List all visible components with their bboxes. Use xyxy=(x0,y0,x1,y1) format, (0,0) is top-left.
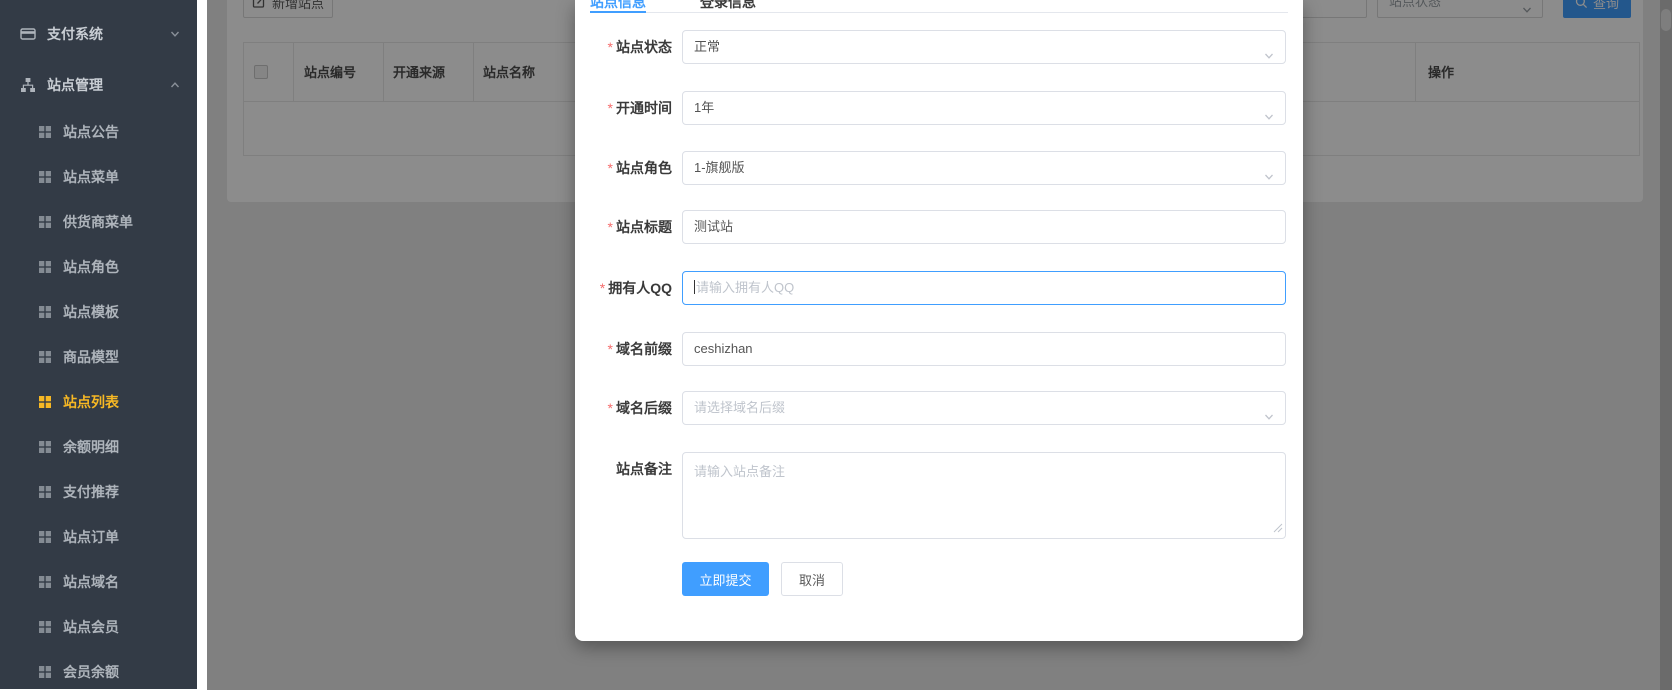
chevron-down-icon xyxy=(1263,163,1275,195)
sidebar-item-label: 站点会员 xyxy=(63,619,119,635)
field-value: 测试站 xyxy=(694,219,734,234)
field-value: 正常 xyxy=(694,39,721,54)
sidebar-item-4[interactable]: 站点模板 xyxy=(0,290,197,334)
required-asterisk: * xyxy=(607,219,613,235)
sidebar-item-label: 站点角色 xyxy=(63,259,119,275)
grid-icon xyxy=(38,440,52,454)
sidebar-item-9[interactable]: 站点订单 xyxy=(0,515,197,559)
field-value: ceshizhan xyxy=(694,341,753,356)
sitemap-icon xyxy=(20,77,36,93)
sidebar-item-2[interactable]: 供货商菜单 xyxy=(0,200,197,244)
field-label: * 站点标题 xyxy=(607,219,672,235)
field-placeholder: 请选择域名后缀 xyxy=(694,400,786,415)
submit-button[interactable]: 立即提交 xyxy=(682,562,769,596)
field-label: * 开通时间 xyxy=(607,100,672,116)
sidebar-item-6[interactable]: 站点列表 xyxy=(0,380,197,424)
required-asterisk: * xyxy=(599,280,606,296)
grid-icon xyxy=(38,170,52,184)
sidebar-item-label: 站点菜单 xyxy=(63,169,119,185)
field-text-4[interactable]: 请输入拥有人QQ xyxy=(682,271,1286,305)
chevron-up-icon xyxy=(169,79,181,91)
grid-icon xyxy=(38,395,52,409)
sidebar-item-label: 站点模板 xyxy=(63,304,119,320)
chevron-down-icon xyxy=(1263,42,1275,74)
field-label: 站点备注 xyxy=(616,461,672,477)
field-label: * 拥有人QQ xyxy=(599,280,672,296)
site-form-modal: 站点信息 登录信息 * 站点状态 正常 * 开通时间 1年 * 站点角色 1-旗舰版 * 站点标题 测… xyxy=(575,0,1303,641)
sidebar-item-12[interactable]: 会员余额 xyxy=(0,650,197,693)
grid-icon xyxy=(38,350,52,364)
required-asterisk: * xyxy=(607,341,613,357)
sidebar-item-8[interactable]: 支付推荐 xyxy=(0,470,197,514)
sidebar-item-5[interactable]: 商品模型 xyxy=(0,335,197,379)
required-asterisk: * xyxy=(607,39,613,55)
sidebar-group-payment-system[interactable]: 支付系统 xyxy=(0,12,197,56)
sidebar-item-1[interactable]: 站点菜单 xyxy=(0,155,197,199)
sidebar-item-7[interactable]: 余额明细 xyxy=(0,425,197,469)
field-value: 1-旗舰版 xyxy=(694,160,745,175)
chevron-down-icon xyxy=(1263,403,1275,435)
tab-login-info[interactable]: 登录信息 xyxy=(700,0,756,12)
cancel-button[interactable]: 取消 xyxy=(781,562,843,596)
field-select-0[interactable]: 正常 xyxy=(682,30,1286,64)
grid-icon xyxy=(38,530,52,544)
field-textarea-7[interactable]: 请输入站点备注 xyxy=(682,452,1286,539)
grid-icon xyxy=(38,305,52,319)
sidebar-item-label: 站点订单 xyxy=(63,529,119,545)
text-caret xyxy=(694,280,695,294)
sidebar-item-label: 站点列表 xyxy=(63,394,119,410)
app-window: 支付系统 站点管理 站点公告站点菜单供货商菜单站点角色站点模板商品模型站点列表余… xyxy=(0,0,1672,693)
field-label: * 站点角色 xyxy=(607,160,672,176)
sidebar-item-label: 站点域名 xyxy=(63,574,119,590)
sidebar-item-11[interactable]: 站点会员 xyxy=(0,605,197,649)
field-text-3[interactable]: 测试站 xyxy=(682,210,1286,244)
sidebar-item-0[interactable]: 站点公告 xyxy=(0,110,197,154)
chevron-down-icon xyxy=(169,28,181,40)
sidebar-group-label: 支付系统 xyxy=(47,26,103,42)
grid-icon xyxy=(38,125,52,139)
field-value: 1年 xyxy=(694,100,715,115)
field-select-6[interactable]: 请选择域名后缀 xyxy=(682,391,1286,425)
field-label: * 域名后缀 xyxy=(607,400,672,416)
field-select-2[interactable]: 1-旗舰版 xyxy=(682,151,1286,185)
required-asterisk: * xyxy=(607,400,613,416)
chevron-down-icon xyxy=(1263,103,1275,135)
grid-icon xyxy=(38,260,52,274)
sidebar-item-label: 支付推荐 xyxy=(63,484,119,500)
active-tab-underline xyxy=(590,11,646,13)
sidebar-item-label: 会员余额 xyxy=(63,664,119,680)
modal-tabbar: 站点信息 登录信息 xyxy=(590,0,1288,13)
required-asterisk: * xyxy=(607,100,613,116)
sidebar-group-site-management[interactable]: 站点管理 xyxy=(0,63,197,107)
field-text-5[interactable]: ceshizhan xyxy=(682,332,1286,366)
sidebar-item-label: 余额明细 xyxy=(63,439,119,455)
sidebar-group-label: 站点管理 xyxy=(47,77,103,93)
sidebar-item-label: 商品模型 xyxy=(63,349,119,365)
sidebar: 支付系统 站点管理 站点公告站点菜单供货商菜单站点角色站点模板商品模型站点列表余… xyxy=(0,0,197,689)
sidebar-item-label: 站点公告 xyxy=(63,124,119,140)
field-select-1[interactable]: 1年 xyxy=(682,91,1286,125)
grid-icon xyxy=(38,575,52,589)
required-asterisk: * xyxy=(607,160,613,176)
grid-icon xyxy=(38,665,52,679)
field-placeholder: 请输入拥有人QQ xyxy=(696,280,795,295)
field-label: * 域名前缀 xyxy=(607,341,672,357)
grid-icon xyxy=(38,620,52,634)
field-label: * 站点状态 xyxy=(607,39,672,55)
sidebar-item-label: 供货商菜单 xyxy=(63,214,133,230)
sidebar-item-10[interactable]: 站点域名 xyxy=(0,560,197,604)
sidebar-item-3[interactable]: 站点角色 xyxy=(0,245,197,289)
field-placeholder: 请输入站点备注 xyxy=(694,464,786,479)
grid-icon xyxy=(38,215,52,229)
credit-card-icon xyxy=(20,26,36,42)
resize-handle-icon[interactable] xyxy=(1273,521,1283,536)
grid-icon xyxy=(38,485,52,499)
